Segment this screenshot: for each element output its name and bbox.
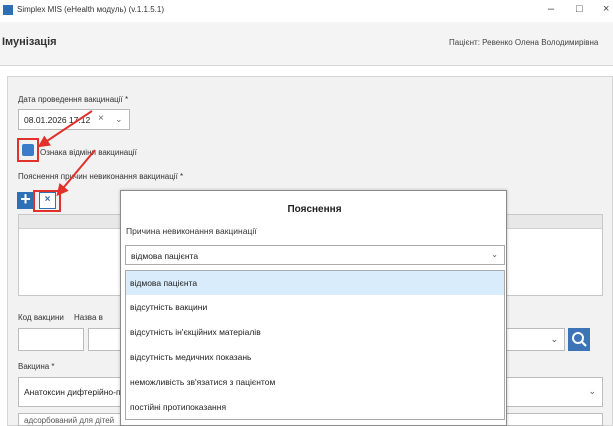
app-icon: [3, 5, 13, 15]
close-button[interactable]: ×: [603, 3, 609, 15]
search-icon: [572, 332, 587, 347]
page-title: Імунізація: [2, 36, 57, 48]
option-no-medical-indications[interactable]: відсутність медичних показань: [126, 345, 504, 369]
page-header: Імунізація Пацієнт: Ревенко Олена Володи…: [0, 22, 613, 66]
patient-name: Пацієнт: Ревенко Олена Володимирівна: [449, 38, 599, 47]
dialog-title: Пояснення: [287, 204, 342, 215]
vaccine-code-input[interactable]: [18, 328, 84, 351]
date-picker[interactable]: 08.01.2026 17:12 × ⌄: [18, 109, 130, 130]
date-label: Дата проведення вакцинації *: [18, 95, 129, 104]
reason-selected-value: відмова пацієнта: [131, 251, 199, 261]
option-cannot-contact[interactable]: неможливість зв'язатися з пацієнтом: [126, 370, 504, 394]
vaccine-label: Вакцина *: [18, 362, 55, 371]
window-titlebar: Simplex MIS (eHealth модуль) (v.1.1.5.1)…: [0, 0, 613, 22]
option-refusal[interactable]: відмова пацієнта: [126, 271, 504, 295]
reasons-label: Пояснення причин невиконання вакцинації …: [18, 172, 184, 181]
window-title: Simplex MIS (eHealth модуль) (v.1.1.5.1): [17, 5, 164, 14]
chevron-down-icon[interactable]: ⌄: [115, 114, 123, 125]
chevron-down-icon: ⌄: [550, 334, 558, 344]
date-value: 08.01.2026 17:12: [24, 115, 91, 125]
highlight-box: [33, 190, 61, 212]
reason-options-list: відмова пацієнта відсутність вакцини від…: [125, 270, 505, 420]
option-no-injection-materials[interactable]: відсутність ін'єкційних матеріалів: [126, 320, 504, 344]
option-no-vaccine[interactable]: відсутність вакцини: [126, 295, 504, 319]
vaccine-code-label: Код вакцини: [18, 313, 64, 322]
reason-field-label: Причина невиконання вакцинації: [126, 226, 257, 236]
option-permanent-contraindications[interactable]: постійні протипоказання: [126, 395, 504, 419]
minimize-button[interactable]: –: [548, 3, 554, 15]
highlight-box: [17, 138, 39, 162]
vaccine-value: Анатоксин дифтерійно-п: [24, 387, 121, 397]
add-icon[interactable]: +: [17, 190, 34, 209]
search-button[interactable]: [568, 328, 590, 351]
vaccine-extra-value: адсорбований для дітей: [24, 416, 115, 425]
vaccine-name-label: Назва в: [74, 313, 103, 322]
chevron-down-icon: ⌄: [491, 250, 498, 259]
explanation-dialog: Пояснення Причина невиконання вакцинації…: [120, 190, 507, 426]
reason-select[interactable]: відмова пацієнта ⌄: [125, 245, 505, 265]
chevron-down-icon: ⌄: [588, 386, 596, 396]
cancel-vaccination-label: Ознака відміни вакцинації: [40, 148, 137, 157]
maximize-button[interactable]: □: [576, 3, 583, 15]
clear-icon[interactable]: ×: [98, 113, 104, 124]
